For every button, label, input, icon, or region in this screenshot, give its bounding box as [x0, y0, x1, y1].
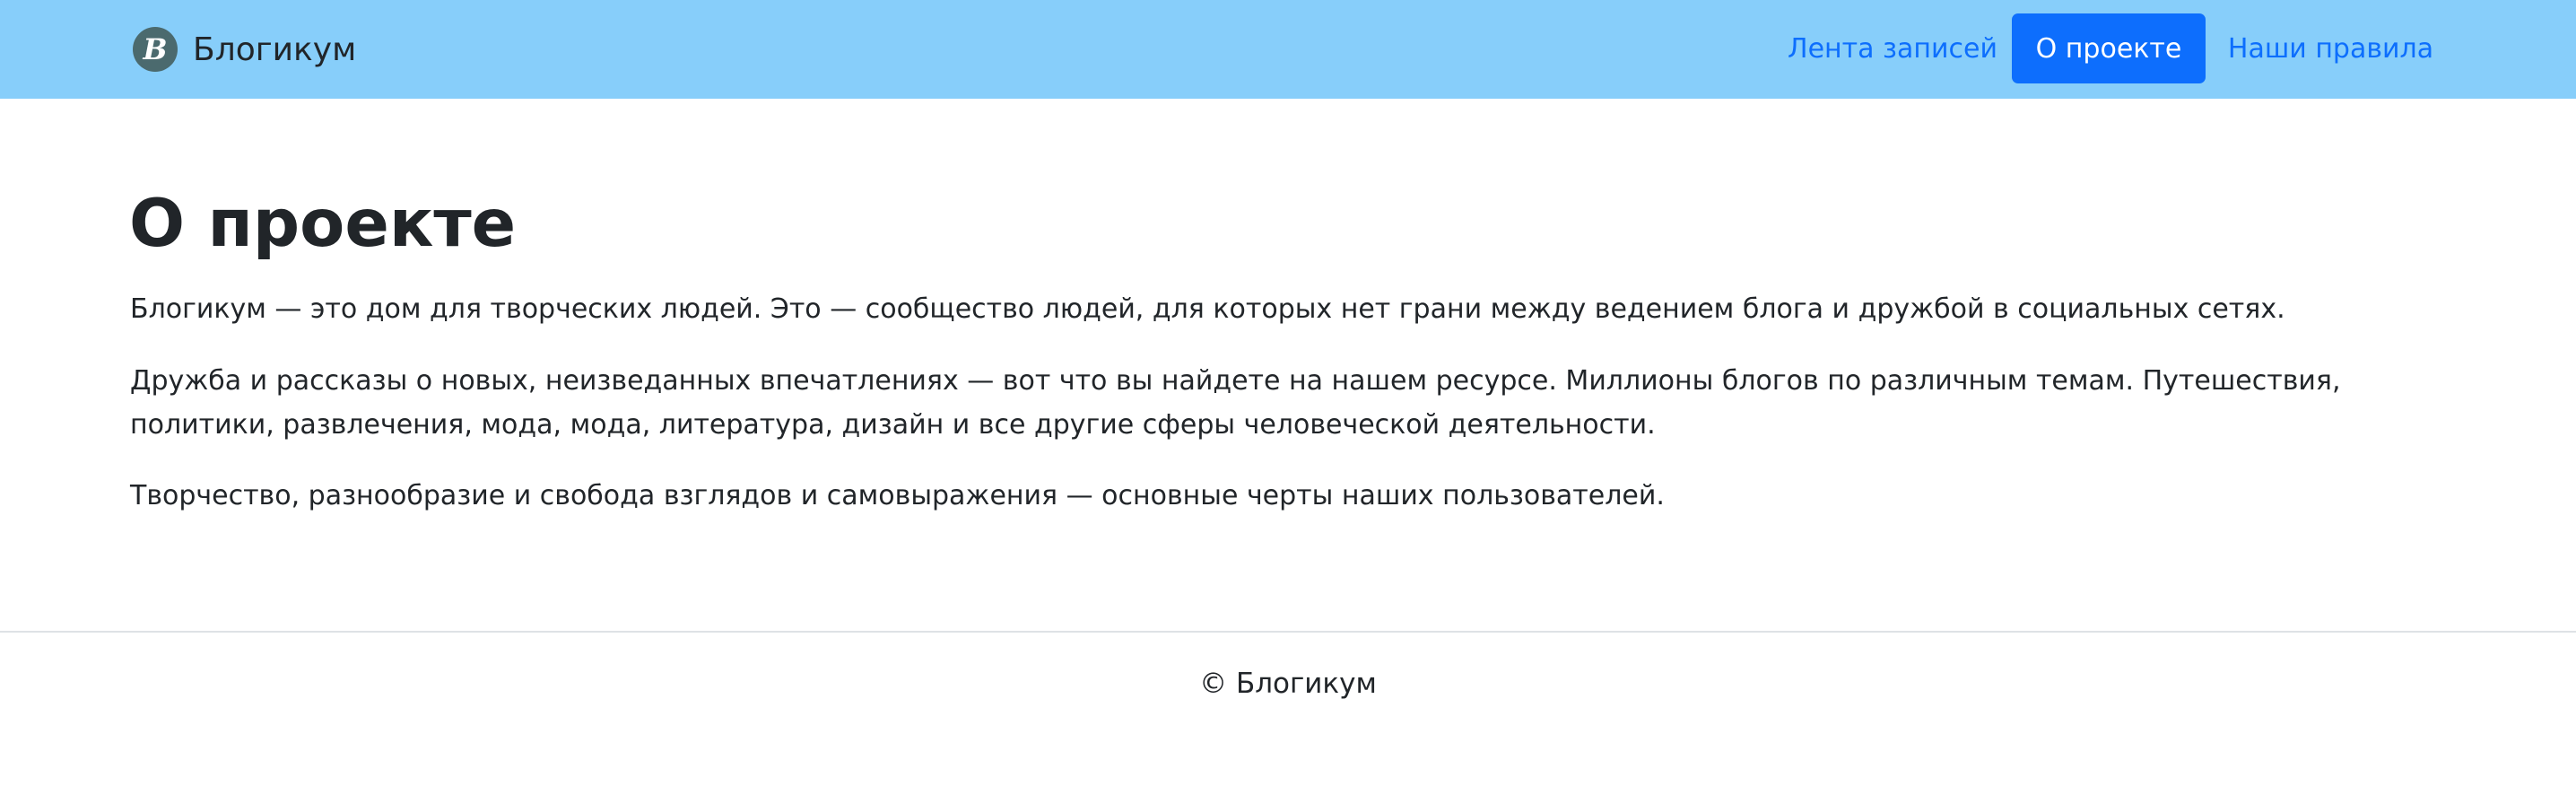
brand-logo-icon: B [133, 27, 178, 72]
footer-copyright: © Блогикум [1199, 668, 1377, 700]
footer-divider [0, 631, 2576, 633]
about-paragraph-users: Творчество, разнообразие и свобода взгля… [130, 480, 1665, 511]
page-title: О проекте [129, 186, 517, 262]
brand-link[interactable]: B Блогикум [133, 24, 356, 74]
nav-link-rules[interactable]: Наши правила [2221, 13, 2441, 83]
nav-link-feed[interactable]: Лента записей [1780, 13, 2005, 83]
about-paragraph-topics: Дружба и рассказы о новых, неизведанных … [130, 365, 2341, 441]
about-paragraph-intro: Блогикум — это дом для творческих людей.… [130, 293, 2285, 325]
nav-link-about[interactable]: О проекте [2012, 13, 2206, 83]
brand-name: Блогикум [193, 31, 357, 68]
top-navbar: B Блогикум Лента записей О проекте Наши … [0, 0, 2576, 99]
